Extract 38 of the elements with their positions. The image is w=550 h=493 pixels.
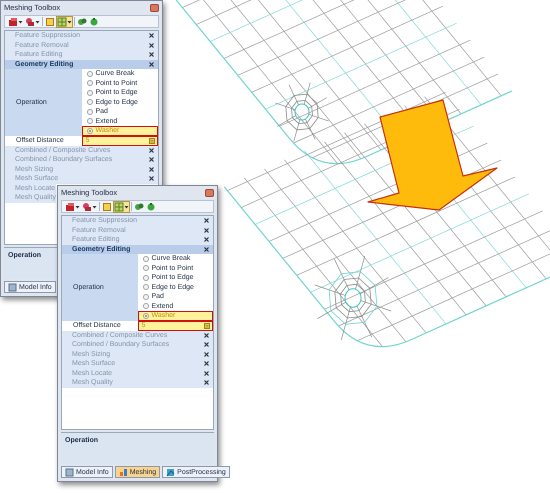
close-icon[interactable]	[204, 218, 209, 224]
close-icon[interactable]	[204, 332, 209, 338]
close-icon[interactable]	[204, 352, 209, 357]
toolbar-button[interactable]	[57, 16, 72, 26]
picture-icon	[166, 468, 176, 476]
close-icon[interactable]	[149, 42, 154, 48]
grid-icon	[114, 202, 124, 212]
close-icon[interactable]	[204, 342, 209, 348]
close-button[interactable]	[205, 189, 214, 197]
toolbar-button[interactable]	[65, 202, 80, 212]
square-icon	[45, 16, 55, 26]
shapes-icon	[25, 16, 35, 26]
close-icon[interactable]	[149, 157, 154, 162]
toolbar-button[interactable]	[8, 16, 23, 26]
calculator-icon[interactable]	[204, 322, 210, 328]
block-icon	[65, 202, 75, 212]
close-icon[interactable]	[204, 361, 209, 366]
chart-icon	[118, 468, 128, 476]
square-icon	[102, 202, 112, 212]
close-icon[interactable]	[149, 62, 154, 67]
block-icon	[8, 16, 18, 26]
toolbar-button[interactable]	[25, 16, 40, 26]
close-icon[interactable]	[149, 176, 154, 182]
close-icon[interactable]	[149, 148, 154, 153]
close-icon[interactable]	[204, 380, 209, 386]
close-icon[interactable]	[204, 246, 209, 252]
close-icon[interactable]	[204, 228, 209, 233]
close-icon[interactable]	[149, 166, 154, 172]
close-icon[interactable]	[204, 370, 209, 376]
close-icon[interactable]	[204, 237, 209, 242]
grid-icon	[57, 16, 67, 26]
calculator-icon[interactable]	[149, 138, 155, 144]
close-icon[interactable]	[149, 33, 154, 38]
shapes-icon	[82, 202, 92, 212]
close-button[interactable]	[150, 4, 159, 12]
toolbar-button[interactable]	[82, 202, 97, 212]
close-icon[interactable]	[149, 52, 154, 58]
toolbar-button[interactable]	[114, 202, 129, 212]
